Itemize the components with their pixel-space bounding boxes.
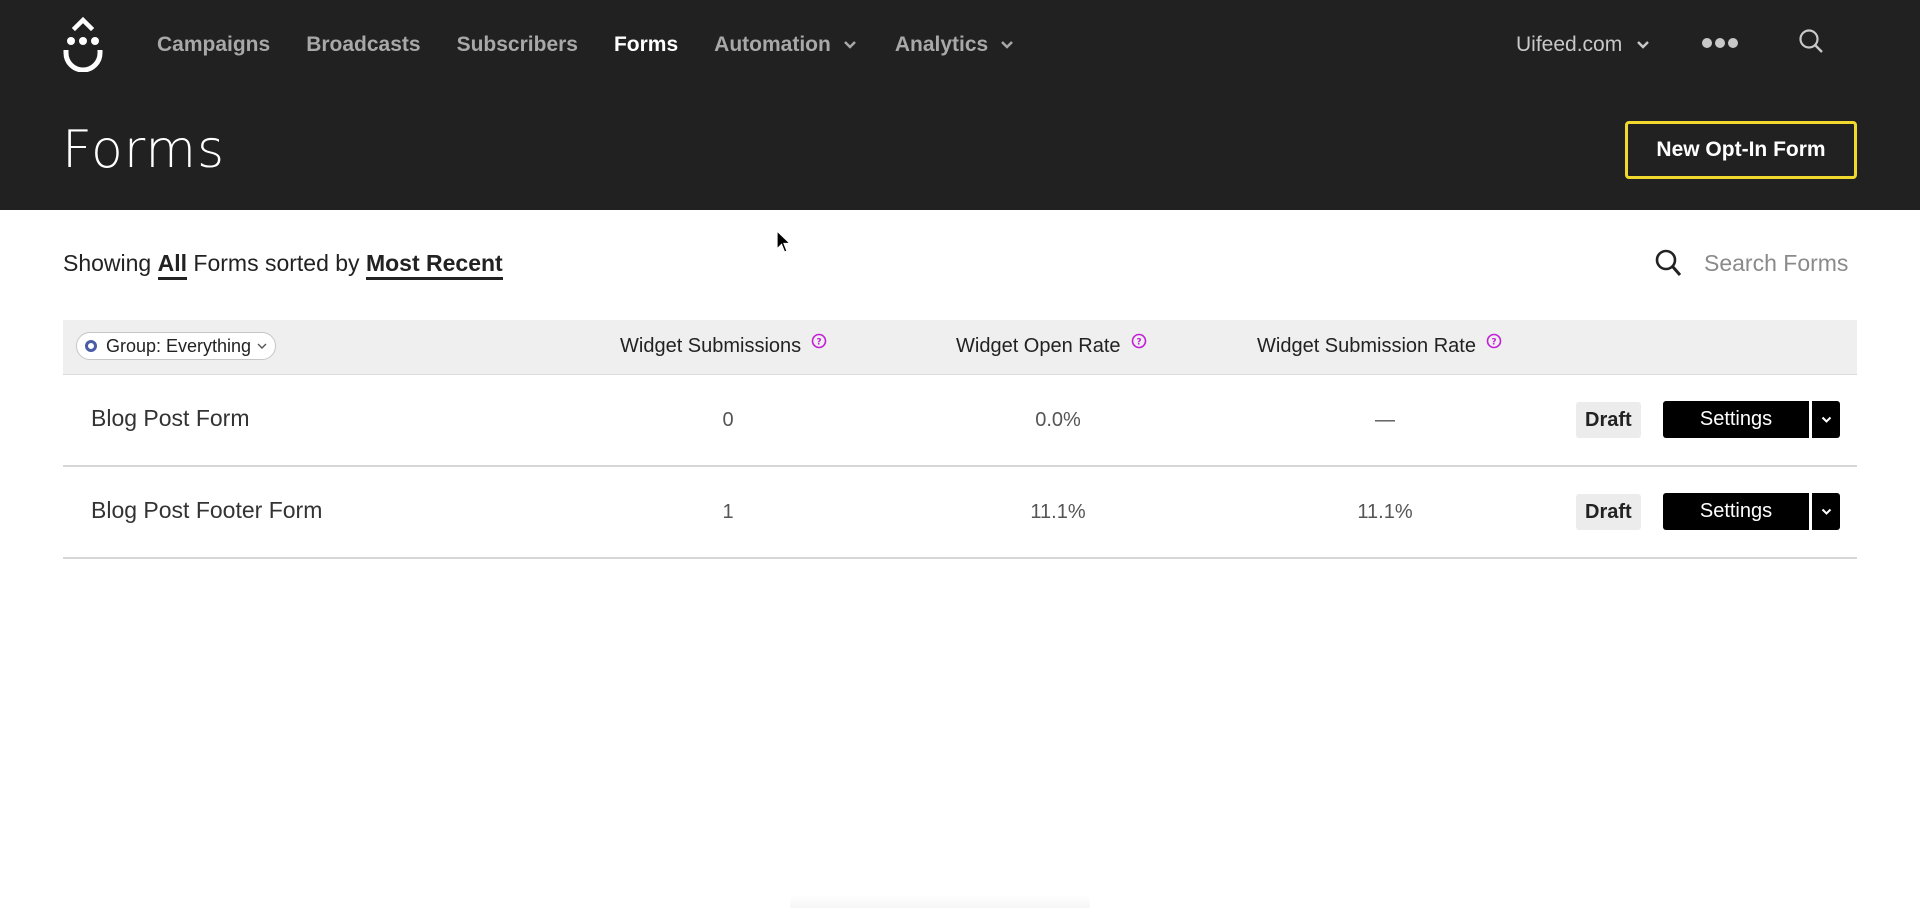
chevron-down-icon bbox=[1637, 41, 1650, 49]
settings-dropdown-button[interactable] bbox=[1812, 401, 1840, 438]
filter-middle-text: Forms sorted by bbox=[193, 250, 360, 276]
more-menu-button[interactable] bbox=[1702, 36, 1738, 50]
nav-label: Campaigns bbox=[157, 33, 271, 56]
table-row: Blog Post Footer Form 1 11.1% 11.1% Draf… bbox=[63, 467, 1857, 559]
svg-text:?: ? bbox=[817, 338, 822, 348]
column-widget-submission-rate[interactable]: Widget Submission Rate ? bbox=[1257, 333, 1502, 358]
chevron-down-icon bbox=[1821, 508, 1831, 515]
nav-label: Subscribers bbox=[456, 33, 578, 56]
filter-all-link[interactable]: All bbox=[157, 250, 188, 280]
ellipsis-icon bbox=[1728, 38, 1738, 48]
form-name-link[interactable]: Blog Post Footer Form bbox=[91, 497, 322, 524]
ellipsis-icon bbox=[1715, 38, 1725, 48]
nav-campaigns[interactable]: Campaigns bbox=[157, 33, 270, 57]
mouse-cursor-icon bbox=[776, 230, 792, 253]
column-widget-open-rate[interactable]: Widget Open Rate ? bbox=[956, 333, 1147, 358]
nav-label: Forms bbox=[613, 33, 679, 56]
settings-button[interactable]: Settings bbox=[1663, 493, 1809, 530]
page-title: Forms bbox=[62, 120, 226, 180]
search-forms bbox=[1654, 248, 1904, 278]
widget-submission-rate-value: 11.1% bbox=[1357, 501, 1413, 523]
help-icon[interactable]: ? bbox=[811, 333, 827, 349]
group-filter-dropdown[interactable]: Group: Everything bbox=[76, 332, 277, 360]
nav-broadcasts[interactable]: Broadcasts bbox=[306, 33, 420, 57]
nav-subscribers[interactable]: Subscribers bbox=[457, 33, 578, 57]
search-icon[interactable] bbox=[1798, 28, 1824, 56]
nav-forms[interactable]: Forms bbox=[614, 33, 678, 57]
ellipsis-icon bbox=[1702, 38, 1712, 48]
search-icon[interactable] bbox=[1654, 248, 1682, 278]
widget-submissions-value: 0 bbox=[722, 409, 734, 431]
widget-open-rate-value: 0.0% bbox=[1035, 409, 1081, 431]
account-label: Uifeed.com bbox=[1516, 33, 1623, 56]
settings-button[interactable]: Settings bbox=[1663, 401, 1809, 438]
svg-text:?: ? bbox=[1491, 338, 1496, 348]
column-widget-submissions[interactable]: Widget Submissions ? bbox=[620, 333, 827, 358]
filter-summary: Showing All Forms sorted by Most Recent bbox=[63, 250, 503, 280]
group-dot-icon bbox=[85, 340, 97, 352]
nav-analytics[interactable]: Analytics bbox=[895, 33, 1014, 57]
widget-submission-rate-value: — bbox=[1375, 409, 1395, 431]
sort-most-recent-link[interactable]: Most Recent bbox=[365, 250, 503, 280]
chevron-down-icon bbox=[1821, 416, 1831, 423]
nav-automation[interactable]: Automation bbox=[714, 33, 857, 57]
help-icon[interactable]: ? bbox=[1486, 333, 1502, 349]
help-icon[interactable]: ? bbox=[1131, 333, 1147, 349]
group-filter-label: Group: Everything bbox=[106, 335, 252, 356]
widget-submissions-value: 1 bbox=[722, 501, 734, 523]
nav-label: Automation bbox=[714, 33, 831, 56]
chevron-down-icon bbox=[843, 41, 856, 49]
bottom-edge-shadow bbox=[790, 896, 1090, 908]
top-header: Campaigns Broadcasts Subscribers Forms A… bbox=[0, 0, 1920, 210]
status-badge: Draft bbox=[1576, 402, 1641, 438]
status-badge: Draft bbox=[1576, 494, 1641, 530]
form-name-link[interactable]: Blog Post Form bbox=[91, 405, 250, 432]
table-header: Group: Everything Widget Submissions ? W… bbox=[63, 320, 1857, 375]
search-forms-input[interactable] bbox=[1704, 249, 1904, 277]
main-nav: Campaigns Broadcasts Subscribers Forms A… bbox=[157, 30, 1050, 60]
new-opt-in-form-button[interactable]: New Opt-In Form bbox=[1625, 121, 1857, 179]
nav-label: Analytics bbox=[894, 33, 989, 56]
column-label: Widget Open Rate bbox=[956, 335, 1121, 357]
settings-dropdown-button[interactable] bbox=[1812, 493, 1840, 530]
filter-prefix: Showing bbox=[63, 250, 152, 276]
account-switcher[interactable]: Uifeed.com bbox=[1516, 30, 1650, 60]
nav-label: Broadcasts bbox=[306, 33, 421, 56]
svg-text:?: ? bbox=[1136, 338, 1141, 348]
column-label: Widget Submissions bbox=[620, 335, 802, 357]
column-label: Widget Submission Rate bbox=[1257, 335, 1476, 357]
chevron-down-icon bbox=[257, 343, 267, 349]
table-row: Blog Post Form 0 0.0% — Draft Settings bbox=[63, 375, 1857, 467]
chevron-down-icon bbox=[1001, 41, 1014, 49]
widget-open-rate-value: 11.1% bbox=[1030, 501, 1086, 523]
logo-icon[interactable] bbox=[62, 16, 104, 72]
forms-table: Group: Everything Widget Submissions ? W… bbox=[63, 320, 1857, 559]
